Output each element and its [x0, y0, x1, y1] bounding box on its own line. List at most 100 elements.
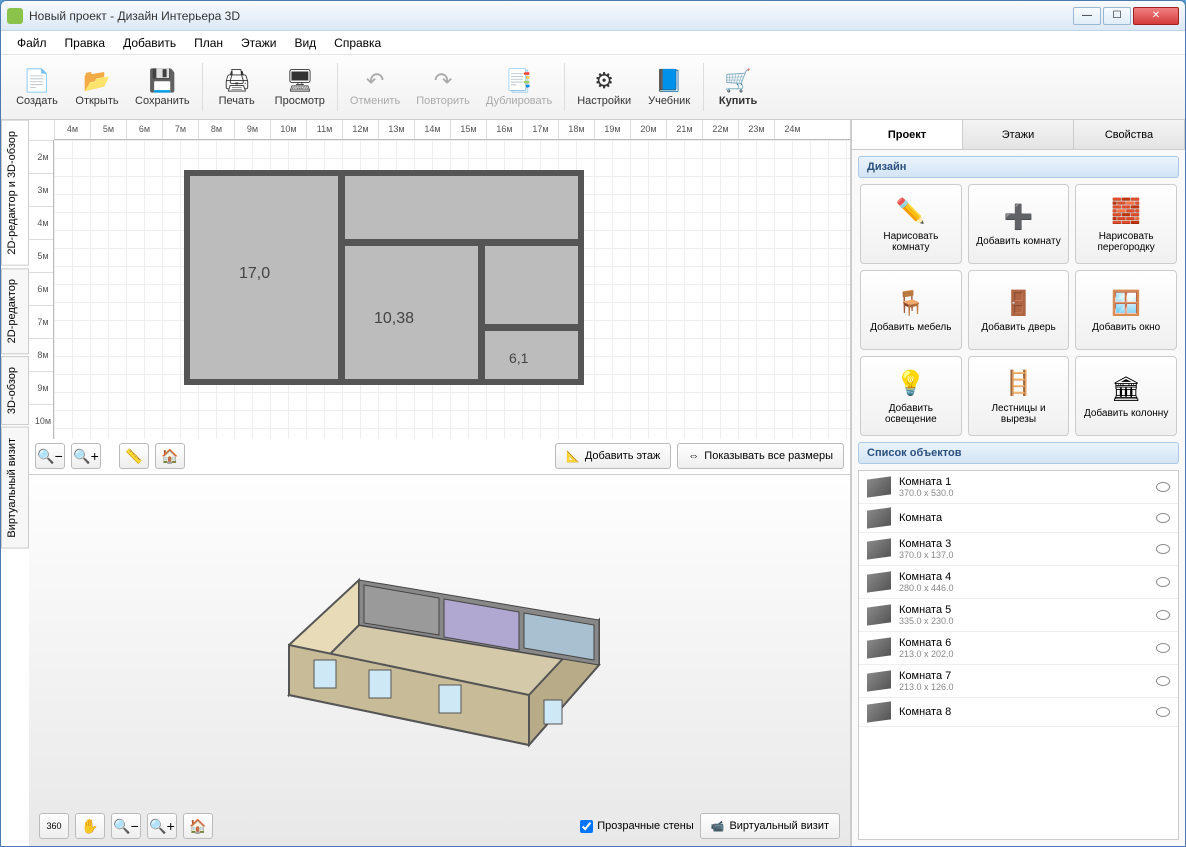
app-icon [7, 8, 23, 24]
visibility-icon[interactable] [1156, 577, 1170, 587]
toolbar-2d: 🔍− 🔍+ 📏 🏠 📐Добавить этаж ⇔Показывать все… [35, 442, 844, 470]
object-item[interactable]: Комната [859, 504, 1178, 533]
print-button[interactable]: 🖨Печать [207, 63, 267, 111]
design-icon: 💡 [895, 368, 927, 400]
visibility-icon[interactable] [1156, 707, 1170, 717]
vtab-2[interactable]: 3D-обзор [1, 356, 29, 425]
design-Нарисовать комнату[interactable]: ✏️Нарисовать комнату [860, 184, 962, 264]
room-corridor[interactable] [339, 170, 584, 245]
design-Добавить окно[interactable]: 🪟Добавить окно [1075, 270, 1177, 350]
right-tabs: ПроектЭтажиСвойства [852, 120, 1185, 150]
object-list: Комната 1370.0 x 530.0КомнатаКомната 337… [858, 470, 1179, 840]
redo-icon: ↷ [427, 67, 459, 95]
home-button[interactable]: 🏠 [155, 443, 185, 469]
maximize-button[interactable]: ☐ [1103, 7, 1131, 25]
vtab-1[interactable]: 2D-редактор [1, 268, 29, 354]
undo-button: ↶Отменить [342, 63, 408, 111]
ruler-vertical: 2м3м4м5м6м7м8м9м10м [29, 140, 54, 439]
zoom-out-3d-button[interactable]: 🔍− [111, 813, 141, 839]
undo-icon: ↶ [359, 67, 391, 95]
room-icon [867, 604, 891, 625]
object-item[interactable]: Комната 8 [859, 698, 1178, 727]
object-item[interactable]: Комната 5335.0 x 230.0 [859, 599, 1178, 632]
buy-button[interactable]: 🛒Купить [708, 63, 768, 111]
main-area: 4м5м6м7м8м9м10м11м12м13м14м15м16м17м18м1… [29, 120, 851, 846]
design-Нарисовать перегородку[interactable]: 🧱Нарисовать перегородку [1075, 184, 1177, 264]
add-floor-button[interactable]: 📐Добавить этаж [555, 443, 671, 469]
design-Добавить колонну[interactable]: 🏛Добавить колонну [1075, 356, 1177, 436]
print-icon: 🖨 [221, 67, 253, 95]
show-dimensions-button[interactable]: ⇔Показывать все размеры [677, 443, 844, 469]
design-Лестницы и вырезы[interactable]: 🪜Лестницы и вырезы [968, 356, 1070, 436]
menu-Правка[interactable]: Правка [57, 33, 114, 53]
menu-Файл[interactable]: Файл [9, 33, 55, 53]
ruler-horizontal: 4м5м6м7м8м9м10м11м12м13м14м15м16м17м18м1… [54, 120, 850, 140]
room-icon [867, 701, 891, 722]
rotate-360-button[interactable]: 360 [39, 813, 69, 839]
design-icon: 🪑 [895, 287, 927, 319]
zoom-in-3d-button[interactable]: 🔍+ [147, 813, 177, 839]
app-window: Новый проект - Дизайн Интерьера 3D — ☐ ✕… [0, 0, 1186, 847]
preview-button[interactable]: 🖥Просмотр [267, 63, 333, 111]
menu-Справка[interactable]: Справка [326, 33, 389, 53]
create-button[interactable]: 📄Создать [7, 63, 67, 111]
object-item[interactable]: Комната 3370.0 x 137.0 [859, 533, 1178, 566]
virtual-visit-button[interactable]: 📹Виртуальный визит [700, 813, 840, 839]
visibility-icon[interactable] [1156, 676, 1170, 686]
dup-icon: 📑 [503, 67, 535, 95]
window-buttons: — ☐ ✕ [1073, 7, 1179, 25]
object-item[interactable]: Комната 6213.0 x 202.0 [859, 632, 1178, 665]
tutorial-icon: 📘 [653, 67, 685, 95]
window-title: Новый проект - Дизайн Интерьера 3D [29, 9, 1073, 23]
visibility-icon[interactable] [1156, 544, 1170, 554]
open-button[interactable]: 📂Открыть [67, 63, 127, 111]
menu-Добавить[interactable]: Добавить [115, 33, 184, 53]
editor-3d[interactable]: 360 ✋ 🔍− 🔍+ 🏠 Прозрачные стены 📹Виртуаль… [29, 475, 850, 846]
floorplan: 17,0 10,38 6,1 [184, 170, 584, 400]
tutorial-button[interactable]: 📘Учебник [639, 63, 699, 111]
canvas-2d[interactable]: 17,0 10,38 6,1 [54, 140, 850, 439]
create-icon: 📄 [21, 67, 53, 95]
visibility-icon[interactable] [1156, 482, 1170, 492]
design-Добавить комнату[interactable]: ➕Добавить комнату [968, 184, 1070, 264]
save-button[interactable]: 💾Сохранить [127, 63, 198, 111]
menu-План[interactable]: План [186, 33, 231, 53]
toolbar: 📄Создать📂Открыть💾Сохранить🖨Печать🖥Просмо… [1, 55, 1185, 120]
menu-Вид[interactable]: Вид [286, 33, 324, 53]
design-Добавить дверь[interactable]: 🚪Добавить дверь [968, 270, 1070, 350]
home-3d-button[interactable]: 🏠 [183, 813, 213, 839]
pan-button[interactable]: ✋ [75, 813, 105, 839]
transparent-walls-checkbox[interactable]: Прозрачные стены [580, 820, 693, 833]
object-item[interactable]: Комната 4280.0 x 446.0 [859, 566, 1178, 599]
zoom-out-button[interactable]: 🔍− [35, 443, 65, 469]
objects-section-header: Список объектов [858, 442, 1179, 464]
room-label: 17,0 [239, 265, 270, 283]
design-icon: ✏️ [895, 196, 927, 228]
menubar: ФайлПравкаДобавитьПланЭтажиВидСправка [1, 31, 1185, 55]
rtab-Свойства[interactable]: Свойства [1074, 120, 1185, 149]
preview-icon: 🖥 [284, 67, 316, 95]
minimize-button[interactable]: — [1073, 7, 1101, 25]
visibility-icon[interactable] [1156, 610, 1170, 620]
object-item[interactable]: Комната 7213.0 x 126.0 [859, 665, 1178, 698]
room-3[interactable] [479, 240, 584, 330]
design-Добавить освещение[interactable]: 💡Добавить освещение [860, 356, 962, 436]
room-4[interactable] [479, 325, 584, 385]
design-icon: 🚪 [1002, 287, 1034, 319]
menu-Этажи[interactable]: Этажи [233, 33, 284, 53]
settings-button[interactable]: ⚙Настройки [569, 63, 639, 111]
close-button[interactable]: ✕ [1133, 7, 1179, 25]
rtab-Проект[interactable]: Проект [852, 120, 963, 149]
room-icon [867, 670, 891, 691]
object-item[interactable]: Комната 1370.0 x 530.0 [859, 471, 1178, 504]
right-panel: ПроектЭтажиСвойства Дизайн ✏️Нарисовать … [851, 120, 1185, 846]
zoom-in-button[interactable]: 🔍+ [71, 443, 101, 469]
design-icon: 🏛 [1110, 373, 1142, 405]
measure-button[interactable]: 📏 [119, 443, 149, 469]
visibility-icon[interactable] [1156, 513, 1170, 523]
design-Добавить мебель[interactable]: 🪑Добавить мебель [860, 270, 962, 350]
visibility-icon[interactable] [1156, 643, 1170, 653]
vtab-3[interactable]: Виртуальный визит [1, 427, 29, 549]
vtab-0[interactable]: 2D-редактор и 3D-обзор [1, 120, 29, 266]
rtab-Этажи[interactable]: Этажи [963, 120, 1074, 149]
